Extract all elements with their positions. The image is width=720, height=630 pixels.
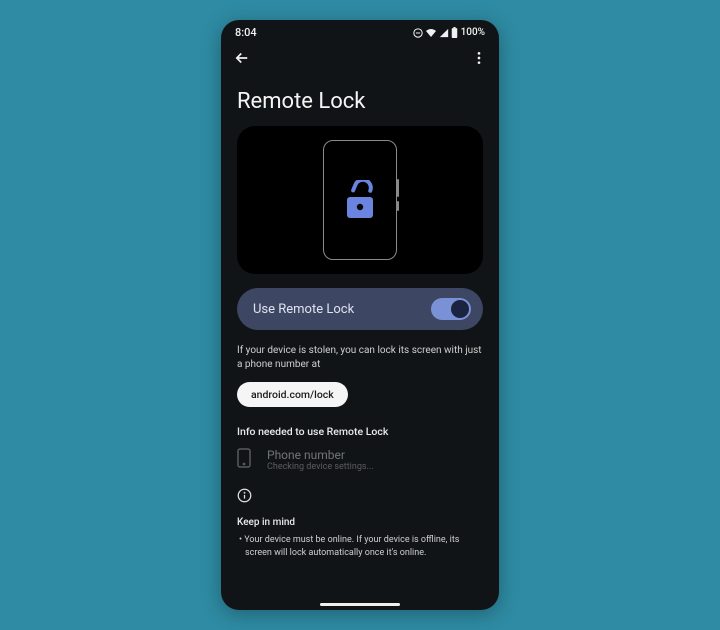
unlock-icon bbox=[342, 180, 378, 220]
description-text: If your device is stolen, you can lock i… bbox=[237, 344, 483, 372]
more-vert-icon bbox=[471, 50, 487, 66]
phone-number-text: Phone number Checking device settings... bbox=[267, 448, 374, 472]
toggle-switch[interactable] bbox=[431, 298, 471, 320]
more-button[interactable] bbox=[471, 50, 487, 66]
home-indicator[interactable] bbox=[320, 603, 400, 606]
phone-frame: 8:04 100% Remote Lock bbox=[221, 20, 499, 610]
section-info-label: Info needed to use Remote Lock bbox=[237, 425, 483, 438]
status-bar: 8:04 100% bbox=[221, 20, 499, 41]
app-bar bbox=[221, 41, 499, 71]
dnd-icon bbox=[413, 28, 423, 38]
keep-in-mind-label: Keep in mind bbox=[237, 517, 483, 528]
bullet-text: Your device must be online. If your devi… bbox=[244, 535, 459, 558]
toggle-label: Use Remote Lock bbox=[253, 302, 354, 317]
phone-number-row: Phone number Checking device settings... bbox=[237, 448, 483, 472]
battery-percent: 100% bbox=[461, 27, 485, 38]
page-title: Remote Lock bbox=[237, 89, 483, 114]
phone-outline-icon bbox=[237, 448, 253, 472]
info-icon bbox=[237, 488, 483, 507]
use-remote-lock-toggle-row[interactable]: Use Remote Lock bbox=[237, 288, 483, 330]
status-time: 8:04 bbox=[235, 26, 257, 39]
keep-in-mind-bullet: • Your device must be online. If your de… bbox=[237, 534, 483, 559]
arrow-back-icon bbox=[233, 49, 251, 67]
back-button[interactable] bbox=[233, 49, 251, 67]
content-area: Remote Lock Use Remote Lock If your devi… bbox=[221, 89, 499, 559]
url-chip[interactable]: android.com/lock bbox=[237, 382, 348, 407]
battery-icon bbox=[451, 27, 458, 38]
phone-number-subtitle: Checking device settings... bbox=[267, 462, 374, 472]
phone-number-title: Phone number bbox=[267, 448, 374, 462]
status-icons: 100% bbox=[413, 27, 485, 38]
signal-icon bbox=[439, 28, 449, 38]
hero-illustration bbox=[237, 126, 483, 274]
hero-phone-outline bbox=[323, 140, 397, 260]
wifi-icon bbox=[425, 28, 437, 38]
